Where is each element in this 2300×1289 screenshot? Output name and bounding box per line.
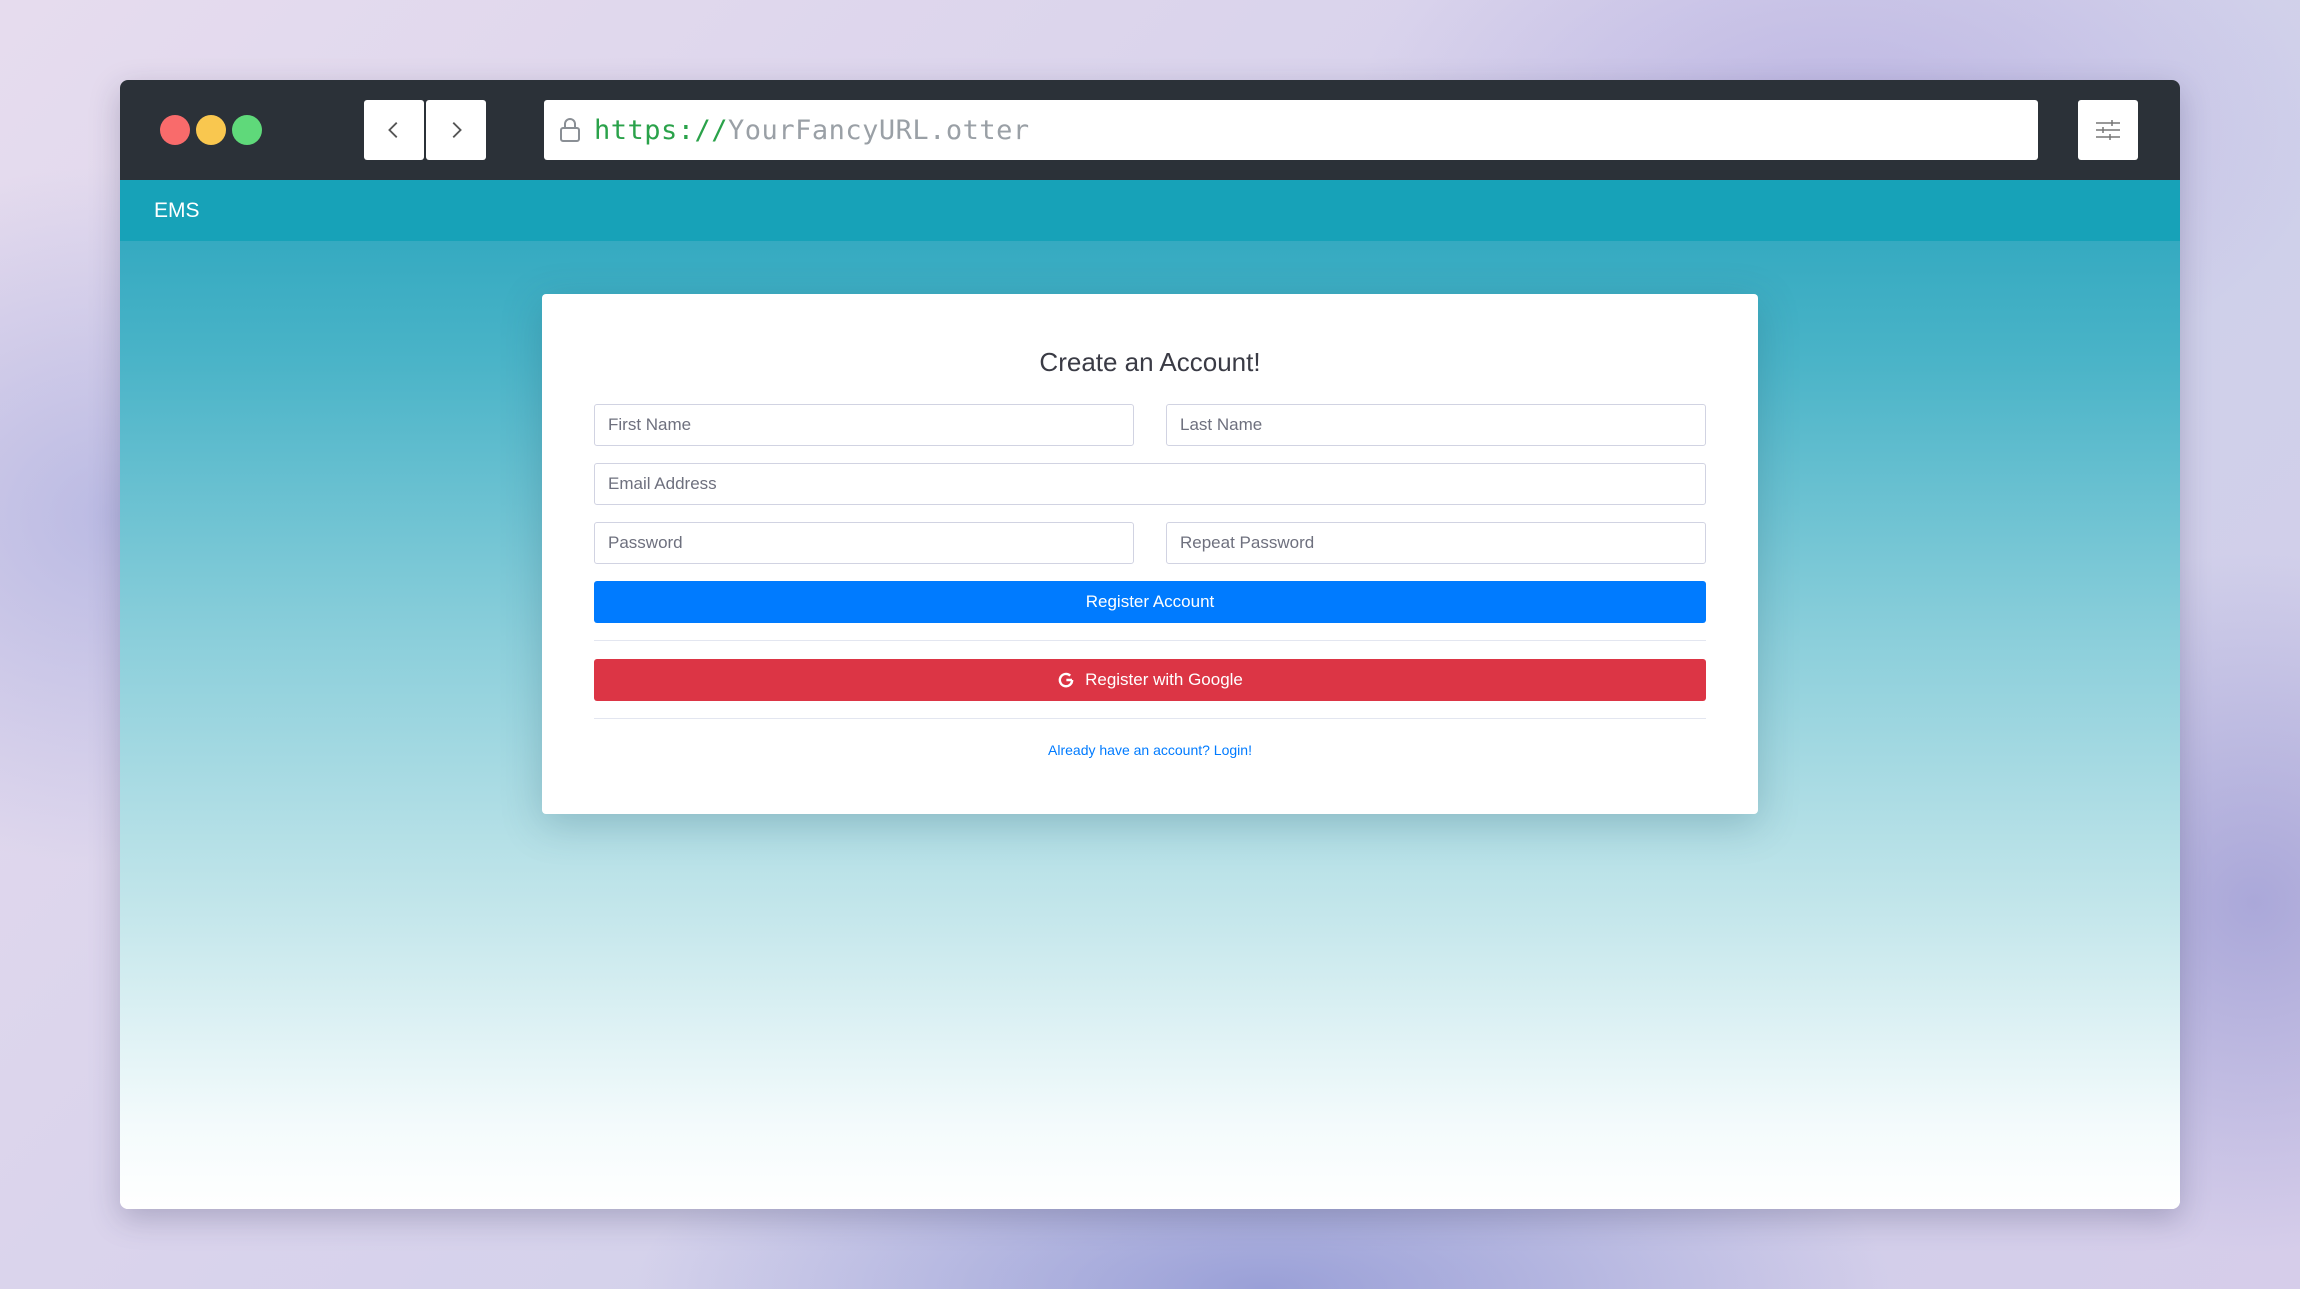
settings-button[interactable] (2078, 100, 2138, 160)
divider (594, 718, 1706, 719)
page-title: Create an Account! (1039, 347, 1261, 377)
lock-icon (560, 118, 580, 142)
address-bar[interactable]: https://YourFancyURL.otter (544, 100, 2038, 160)
chevron-right-icon (452, 122, 462, 138)
divider (594, 640, 1706, 641)
register-google-label: Register with Google (1085, 670, 1243, 689)
password-input[interactable] (594, 522, 1134, 564)
google-g-icon (1058, 672, 1074, 688)
register-card: Create an Account! Register Account Regi… (542, 294, 1758, 814)
register-google-button[interactable]: Register with Google (594, 659, 1706, 701)
top-navbar: EMS (120, 180, 2180, 241)
back-button[interactable] (364, 100, 424, 160)
chevron-left-icon (388, 122, 398, 138)
navbar-brand[interactable]: EMS (154, 198, 200, 224)
url-text: https://YourFancyURL.otter (594, 115, 1030, 146)
register-account-label: Register Account (1085, 592, 1215, 611)
register-account-button[interactable]: Register Account (594, 581, 1706, 623)
minimize-window-button[interactable] (196, 115, 226, 145)
url-scheme: https:// (594, 114, 729, 146)
url-host: YourFancyURL.otter (728, 114, 1030, 146)
last-name-input[interactable] (1166, 404, 1706, 446)
sliders-icon (2096, 120, 2120, 140)
forward-button[interactable] (426, 100, 486, 160)
close-window-button[interactable] (160, 115, 190, 145)
email-input[interactable] (594, 463, 1706, 505)
login-link[interactable]: Already have an account? Login! (542, 742, 1758, 758)
page-viewport: EMS Create an Account! Register Account … (120, 180, 2180, 1209)
browser-window: https://YourFancyURL.otter EMS Create an… (120, 80, 2180, 1209)
maximize-window-button[interactable] (232, 115, 262, 145)
browser-titlebar: https://YourFancyURL.otter (120, 80, 2180, 180)
repeat-password-input[interactable] (1166, 522, 1706, 564)
first-name-input[interactable] (594, 404, 1134, 446)
